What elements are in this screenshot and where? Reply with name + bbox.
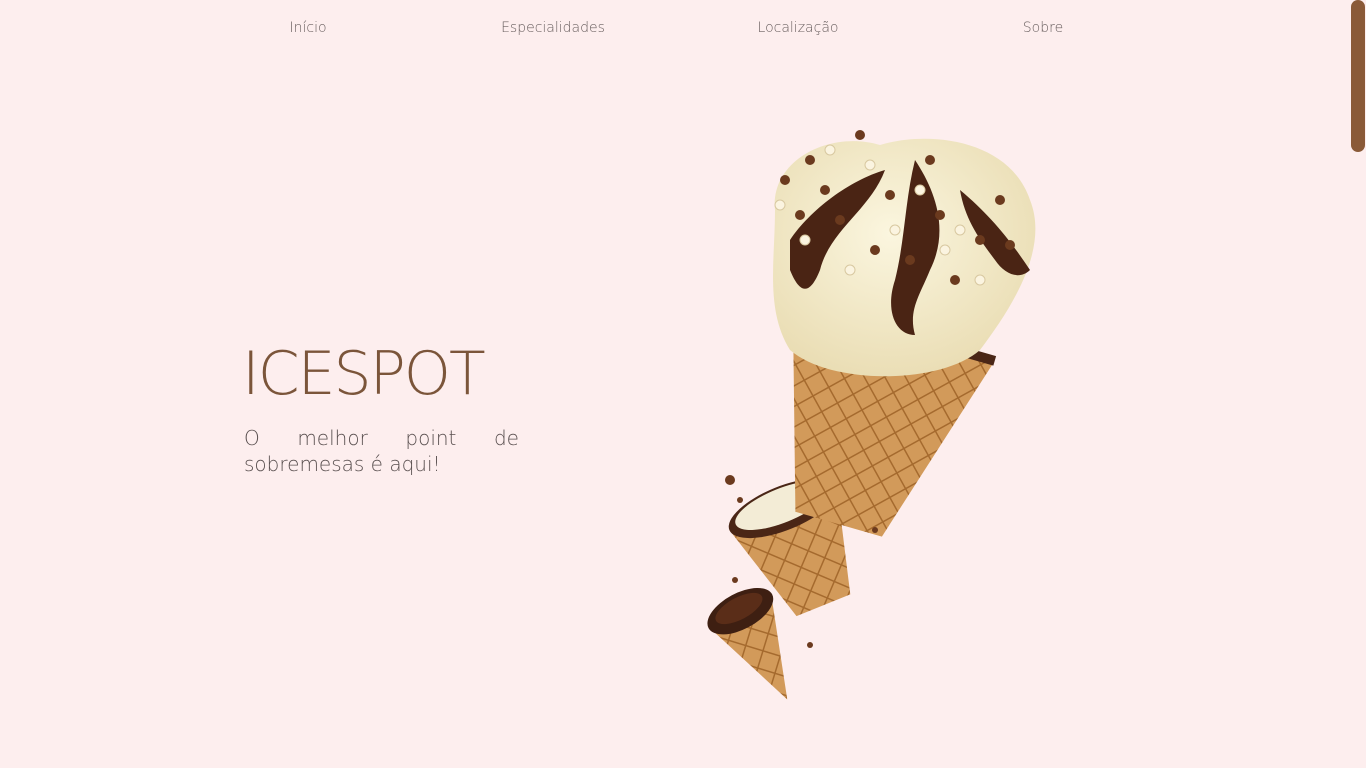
scrollbar[interactable] [1350, 0, 1366, 768]
nav-link-inicio[interactable]: Início [289, 20, 326, 36]
nav-link-sobre[interactable]: Sobre [1023, 20, 1063, 36]
top-nav: Início Especialidades Localização Sobre [0, 0, 1350, 60]
hero-title: ICESPOT [242, 339, 486, 409]
nav-link-localizacao[interactable]: Localização [758, 20, 839, 36]
nav-link-especialidades[interactable]: Especialidades [501, 20, 605, 36]
ice-cream-cone-image [707, 130, 1036, 700]
hero-subtitle: O melhor point de sobremesas é aqui! [244, 426, 519, 476]
scrollbar-thumb[interactable] [1351, 0, 1365, 152]
